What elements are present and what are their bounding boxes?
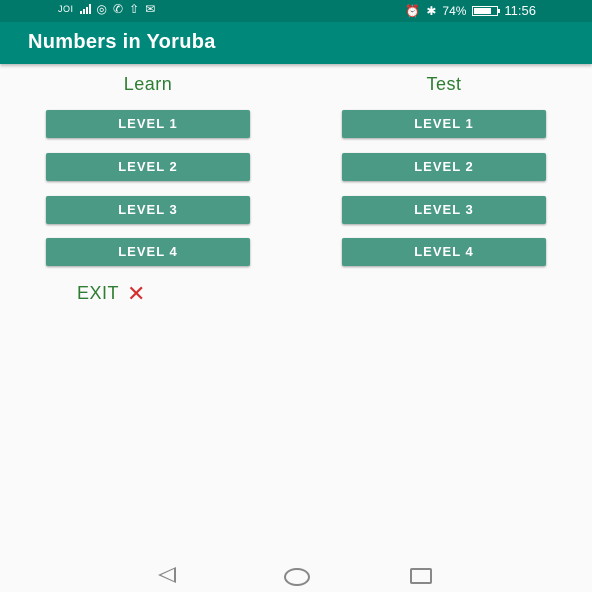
test-level-3-button[interactable]: LEVEL 3 bbox=[342, 196, 546, 224]
app-bar: Numbers in Yoruba bbox=[0, 22, 592, 64]
battery-fill bbox=[474, 7, 491, 14]
bluetooth-icon: ✱ bbox=[426, 3, 437, 18]
learn-level-3-button[interactable]: LEVEL 3 bbox=[46, 196, 250, 224]
status-right: ⏰ ✱ 74% 11:56 bbox=[405, 3, 536, 18]
learn-level-2-button[interactable]: LEVEL 2 bbox=[46, 153, 250, 181]
battery-percent: 74% bbox=[442, 3, 467, 18]
signal-icon bbox=[79, 4, 91, 14]
test-level-1-button[interactable]: LEVEL 1 bbox=[342, 110, 546, 138]
exit-button[interactable]: EXIT ✕ bbox=[77, 280, 146, 306]
upload-icon: ⇧ bbox=[129, 2, 140, 16]
exit-label: EXIT bbox=[77, 283, 120, 303]
learn-level-1-button[interactable]: LEVEL 1 bbox=[46, 110, 250, 138]
recent-apps-icon[interactable] bbox=[410, 568, 432, 584]
close-icon: ✕ bbox=[127, 280, 146, 306]
whatsapp-icon: ✆ bbox=[113, 2, 124, 16]
hotspot-icon: ◎ bbox=[96, 2, 107, 16]
home-icon[interactable] bbox=[284, 568, 310, 586]
navigation-bar bbox=[0, 560, 592, 592]
learn-level-4-button[interactable]: LEVEL 4 bbox=[46, 238, 250, 266]
test-level-4-button[interactable]: LEVEL 4 bbox=[342, 238, 546, 266]
clock: 11:56 bbox=[504, 3, 536, 18]
app-title: Numbers in Yoruba bbox=[28, 31, 216, 53]
test-level-2-button[interactable]: LEVEL 2 bbox=[342, 153, 546, 181]
battery-icon bbox=[472, 5, 501, 16]
carrier-label: JOI bbox=[58, 4, 74, 14]
alarm-icon: ⏰ bbox=[405, 3, 421, 18]
back-icon[interactable] bbox=[158, 567, 176, 583]
status-left: JOI ◎ ✆ ⇧ ✉ bbox=[58, 3, 155, 15]
status-bar: JOI ◎ ✆ ⇧ ✉ ⏰ ✱ 74% 11:56 bbox=[0, 0, 592, 22]
learn-heading: Learn bbox=[123, 74, 173, 94]
mail-icon: ✉ bbox=[145, 2, 156, 16]
test-heading: Test bbox=[426, 74, 462, 94]
